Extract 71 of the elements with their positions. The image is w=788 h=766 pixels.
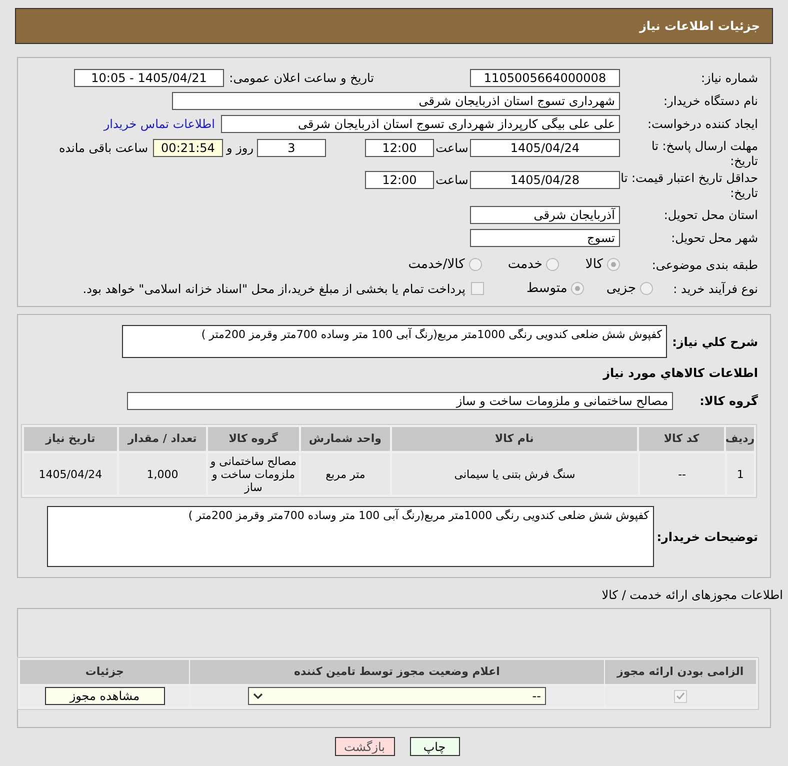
text-field[interactable]: 12:00	[365, 171, 434, 189]
field-label: گروه کالا:	[698, 393, 758, 410]
radio-button[interactable]	[607, 258, 620, 271]
field-label: توضیحات خریدار:	[656, 528, 758, 546]
radio-label: کالا	[585, 256, 603, 274]
field-label: مهلت ارسال پاسخ: تا تاریخ:	[650, 139, 758, 169]
description-textarea[interactable]: کفپوش شش ضلعی کندویی رنگی 1000متر مربع(رنگ آبی 100 متر وساده 700متر وقرمز 200متر )	[122, 325, 667, 358]
column-header: تاریخ نیاز	[24, 427, 117, 451]
field-label: تاریخ و ساعت اعلان عمومی:	[228, 70, 374, 86]
field-label: روز و	[225, 140, 254, 157]
notes-textarea[interactable]: کفپوش شش ضلعی کندویی رنگی 1000متر مربع(رنگ آبی 100 متر وساده 700متر وقرمز 200متر )	[47, 506, 654, 567]
table-cell: 1405/04/24	[24, 453, 117, 495]
header-bar: جزئیات اطلاعات نیاز	[15, 8, 773, 44]
chevron-down-icon	[252, 692, 263, 700]
column-header: نام کالا	[392, 427, 637, 451]
field-label: ساعت باقی مانده	[58, 140, 148, 157]
radio-button[interactable]	[640, 282, 653, 295]
field-label: استان محل تحویل:	[662, 206, 758, 224]
table-cell: 1	[726, 453, 754, 495]
section-title: اطلاعات کالاهاي مورد نياز	[602, 365, 758, 382]
radio-button[interactable]	[468, 258, 482, 271]
field-label: ساعت	[434, 172, 470, 189]
text-field[interactable]: تسوج	[470, 228, 620, 246]
table-cell: متر مربع	[300, 453, 390, 495]
field-label: شماره نیاز:	[700, 70, 758, 86]
field-label: نام دستگاه خریدار:	[662, 92, 758, 110]
text-field[interactable]: مصالح ساختمانی و ملزومات ساخت و ساز	[127, 392, 673, 410]
checkbox[interactable]	[674, 690, 687, 702]
text-field[interactable]: 12:00	[365, 139, 434, 157]
field-label: حداقل تاریخ اعتبار قیمت: تا تاریخ:	[620, 171, 758, 201]
checkbox[interactable]	[471, 282, 484, 295]
text-field[interactable]: شهرداری تسوج استان اذربایجان شرقی	[172, 92, 620, 110]
radio-button[interactable]	[546, 258, 560, 271]
field-label: طبقه بندی موضوعی:	[650, 256, 758, 274]
text-field[interactable]: 1405/04/28	[470, 171, 620, 189]
print-button[interactable]: چاپ	[410, 737, 460, 756]
column-header: واحد شمارش	[300, 427, 390, 451]
column-header: جزئیات	[20, 660, 190, 684]
table-cell: 1,000	[118, 453, 206, 495]
table-cell: مصالح ساختمانی و ملزومات ساخت و ساز	[208, 453, 299, 495]
field-label: شرح کلي نياز:	[671, 334, 758, 351]
text-field[interactable]: 1405/04/24	[470, 139, 620, 157]
contact-link[interactable]: اطلاعات تماس خریدار	[104, 114, 215, 132]
view-license-button[interactable]: مشاهده مجوز	[44, 687, 165, 705]
radio-label: خدمت	[508, 256, 542, 274]
field-label: نوع فرآیند خرید :	[672, 280, 758, 298]
text-field[interactable]: 3	[257, 139, 326, 157]
countdown-field[interactable]: 00:21:54	[153, 139, 223, 157]
column-header: ردیف	[726, 427, 754, 451]
column-header: الزامی بودن ارائه مجوز	[604, 660, 756, 684]
back-button[interactable]: بازگشت	[334, 737, 394, 756]
column-header: اعلام وضعیت مجوز توسط تامین کننده	[190, 660, 604, 684]
radio-label: متوسط	[526, 280, 568, 298]
column-header: تعداد / مقدار	[118, 427, 206, 451]
text-field[interactable]: 1105005664000008	[470, 68, 620, 86]
table-cell: --	[640, 453, 725, 495]
checkbox-label: پرداخت تمام یا بخشی از مبلغ خرید،از محل "اسناد خزانه اسلامی" خواهد بود.	[82, 280, 466, 298]
field-label: ایجاد کننده درخواست:	[646, 116, 758, 132]
status-dropdown[interactable]: --	[248, 687, 546, 705]
field-label: ساعت	[434, 140, 470, 157]
text-field[interactable]: 1405/04/21 - 10:05	[74, 68, 224, 86]
field-label: شهر محل تحویل:	[670, 230, 758, 246]
text-field[interactable]: آذربایجان شرقی	[470, 206, 620, 224]
radio-label: کالا/خدمت	[408, 256, 465, 274]
column-header: کد کالا	[638, 427, 724, 451]
radio-label: جزیی	[606, 280, 636, 298]
table-cell: سنگ فرش بتنی یا سیمانی	[392, 453, 638, 495]
radio-button[interactable]	[571, 282, 584, 295]
section-title: اطلاعات مجوزهای ارائه خدمت / کالا	[600, 587, 783, 604]
column-header: گروه کالا	[208, 427, 299, 451]
text-field[interactable]: علی علی بیگی کارپرداز شهرداری تسوج استان اذربایجان شرقی	[221, 114, 620, 132]
